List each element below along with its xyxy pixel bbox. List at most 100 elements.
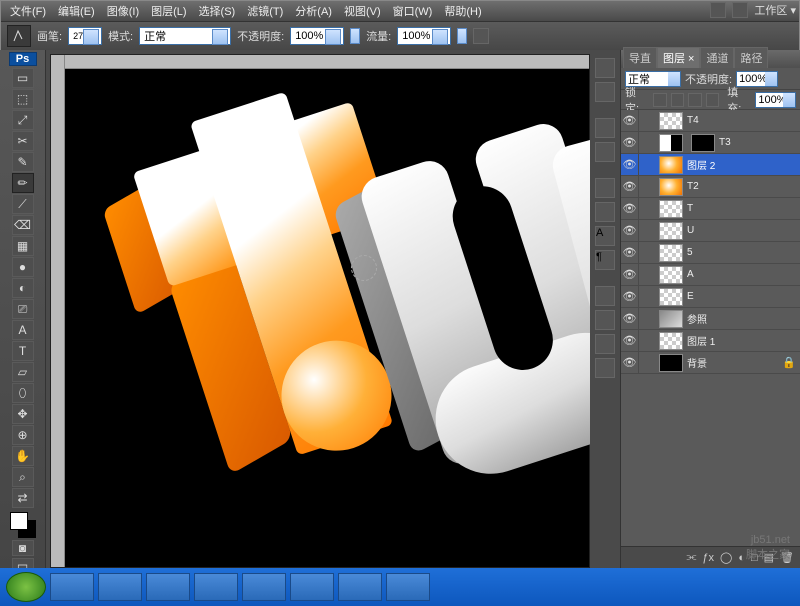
tool-18[interactable]: ✋ [12,446,34,466]
blend-mode-select[interactable]: 正常 [625,71,681,87]
layer-row[interactable]: 👁参照 [621,308,800,330]
link-layers-icon[interactable]: ⫘ [686,551,696,564]
taskbar-item[interactable] [50,573,94,601]
tab-paths[interactable]: 路径 [734,47,768,68]
lock-pos-icon[interactable] [688,93,702,107]
layer-row[interactable]: 👁背景🔒 [621,352,800,374]
tool-1[interactable]: ⬚ [12,89,34,109]
history-icon[interactable] [595,178,615,198]
taskbar-item[interactable] [386,573,430,601]
swatches-icon[interactable] [595,118,615,138]
visibility-icon[interactable]: 👁 [621,176,639,198]
layer-row[interactable]: 👁5 [621,242,800,264]
color-swatches[interactable]: ◙ ▭ [10,512,36,574]
visibility-icon[interactable]: 👁 [621,132,639,154]
screen-mode-icon[interactable] [710,2,726,18]
visibility-icon[interactable]: 👁 [621,264,639,286]
visibility-icon[interactable]: 👁 [621,110,639,132]
layer-row[interactable]: 👁A [621,264,800,286]
layer-row[interactable]: 👁图层 2 [621,154,800,176]
start-button[interactable] [6,572,46,602]
char-icon[interactable]: A [595,226,615,246]
visibility-icon[interactable]: 👁 [621,308,639,330]
menu-filter[interactable]: 滤镜(T) [242,1,288,21]
opacity-field[interactable]: 100% [290,27,344,45]
tool-7[interactable]: ⌫ [12,215,34,235]
styles-icon[interactable] [595,142,615,162]
workspace-menu[interactable]: 工作区 ▾ [754,2,796,18]
tool-6[interactable]: ⟋ [12,194,34,214]
ps-logo-icon[interactable]: Ps [9,52,37,66]
quickmask-icon[interactable]: ◙ [12,540,34,556]
taskbar-item[interactable] [338,573,382,601]
tool-14[interactable]: ▱ [12,362,34,382]
tab-layers[interactable]: 图层 × [657,47,700,68]
tool-0[interactable]: ▭ [12,68,34,88]
layer-opacity-field[interactable]: 100% [736,71,778,87]
tab-navigator[interactable]: 导直 [623,47,657,68]
flow-stepper[interactable] [457,28,467,44]
visibility-icon[interactable]: 👁 [621,220,639,242]
menu-view[interactable]: 视图(V) [339,1,386,21]
tool-8[interactable]: ▦ [12,236,34,256]
visibility-icon[interactable]: 👁 [621,352,639,374]
layercomp-icon[interactable] [595,358,615,378]
visibility-icon[interactable]: 👁 [621,242,639,264]
layer-fx-icon[interactable]: ƒx [702,552,714,564]
brush-size-picker[interactable]: 27 [68,27,102,45]
layer-mask-icon[interactable]: ◯ [720,551,732,564]
visibility-icon[interactable]: 👁 [621,286,639,308]
tool-11[interactable]: ⎚ [12,299,34,319]
layer-row[interactable]: 👁T2 [621,176,800,198]
menu-analysis[interactable]: 分析(A) [290,1,337,21]
menu-window[interactable]: 窗口(W) [388,1,438,21]
layer-row[interactable]: 👁T3 [621,132,800,154]
tool-16[interactable]: ✥ [12,404,34,424]
clone-icon[interactable] [595,310,615,330]
taskbar-item[interactable] [194,573,238,601]
tool-12[interactable]: A [12,320,34,340]
lock-trans-icon[interactable] [653,93,667,107]
taskbar-item[interactable] [146,573,190,601]
mode-select[interactable]: 正常 [139,27,231,45]
tool-5[interactable]: ✏ [12,173,34,193]
menu-select[interactable]: 选择(S) [194,1,241,21]
menu-file[interactable]: 文件(F) [5,1,51,21]
tool-10[interactable]: ◐ [12,278,34,298]
current-tool-icon[interactable] [7,25,31,47]
document-canvas[interactable] [50,54,590,568]
taskbar-item[interactable] [242,573,286,601]
tool-2[interactable]: ⤢ [12,110,34,130]
lock-pixels-icon[interactable] [671,93,685,107]
tool-presets-icon[interactable] [595,334,615,354]
actions-icon[interactable] [595,202,615,222]
tool-13[interactable]: T [12,341,34,361]
adjustment-layer-icon[interactable]: ◐ [738,552,745,564]
layer-row[interactable]: 👁T [621,198,800,220]
visibility-icon[interactable]: 👁 [621,198,639,220]
airbrush-icon[interactable] [473,28,489,44]
tool-17[interactable]: ⊕ [12,425,34,445]
color-icon[interactable] [595,82,615,102]
tool-3[interactable]: ✂ [12,131,34,151]
arrange-icon[interactable] [732,2,748,18]
layer-row[interactable]: 👁U [621,220,800,242]
layer-row[interactable]: 👁E [621,286,800,308]
taskbar-item[interactable] [290,573,334,601]
opacity-stepper[interactable] [350,28,360,44]
fill-field[interactable]: 100% [755,92,796,108]
layer-row[interactable]: 👁T4 [621,110,800,132]
taskbar-item[interactable] [98,573,142,601]
menu-edit[interactable]: 编辑(E) [53,1,100,21]
menu-image[interactable]: 图像(I) [102,1,144,21]
brushes-icon[interactable] [595,286,615,306]
tool-15[interactable]: ⬯ [12,383,34,403]
menu-layer[interactable]: 图层(L) [146,1,191,21]
menu-help[interactable]: 帮助(H) [439,1,486,21]
navigator-icon[interactable] [595,58,615,78]
tab-channels[interactable]: 通道 [700,47,734,68]
lock-all-icon[interactable] [706,93,720,107]
tool-19[interactable]: ⌕ [12,467,34,487]
tool-9[interactable]: ● [12,257,34,277]
visibility-icon[interactable]: 👁 [621,154,639,176]
